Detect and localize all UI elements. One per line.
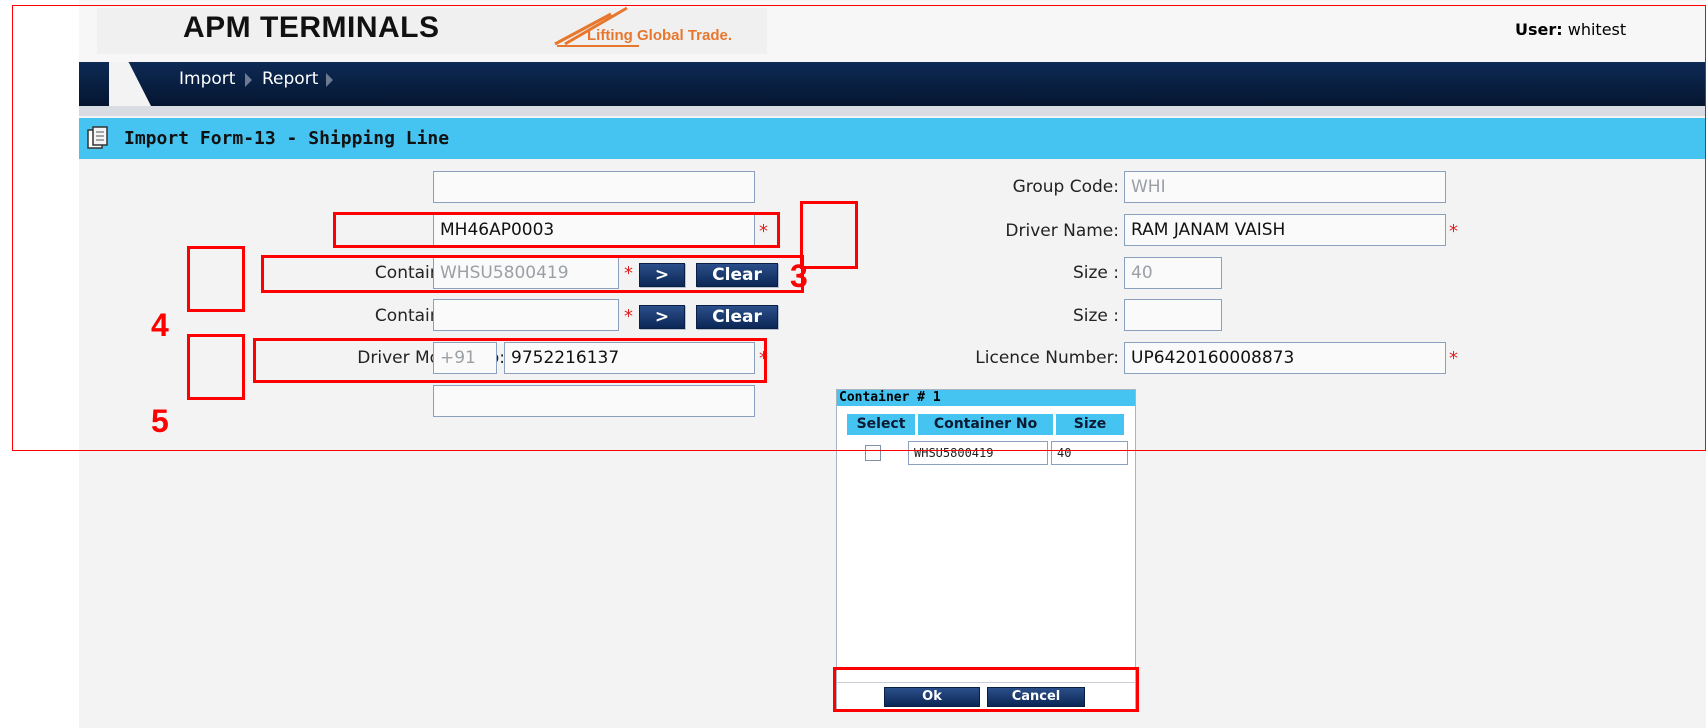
- annotation-box-5: [187, 334, 245, 400]
- annotation-number-4: 4: [151, 307, 169, 343]
- annotation-box-3: [800, 201, 858, 269]
- annotation-highlight-mobile: [253, 338, 767, 383]
- annotation-highlight-container1: [261, 255, 804, 293]
- annotation-box-4: [187, 246, 245, 312]
- annotation-highlight-tt: [333, 212, 780, 248]
- annotation-region-frame: [12, 5, 1706, 451]
- annotation-highlight-dialog-buttons: [833, 667, 1139, 712]
- annotation-number-5: 5: [151, 403, 169, 439]
- annotation-number-3: 3: [790, 258, 808, 294]
